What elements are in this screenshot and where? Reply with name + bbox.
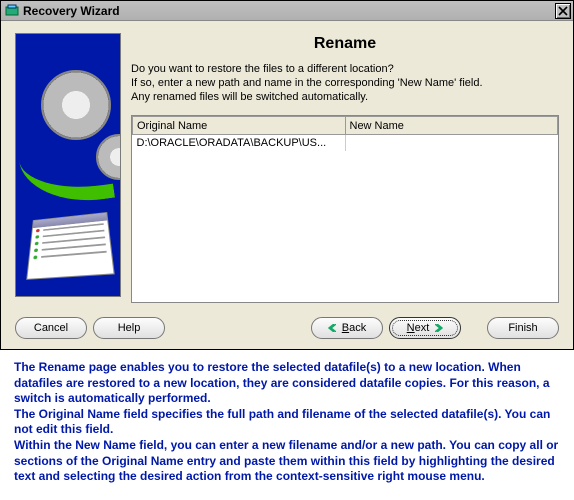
chevron-left-icon (328, 324, 336, 332)
rename-table: Original Name New Name D:\ORACLE\ORADATA… (131, 115, 559, 303)
chevron-right-icon (435, 324, 443, 332)
titlebar: Recovery Wizard (1, 1, 573, 21)
finish-button[interactable]: Finish (487, 317, 559, 339)
cell-original-name: D:\ORACLE\ORADATA\BACKUP\US... (133, 135, 346, 152)
next-label-rest: ext (415, 322, 430, 334)
cell-new-name[interactable] (345, 135, 558, 152)
recovery-wizard-window: Recovery Wizard Rename (0, 0, 574, 350)
cancel-button[interactable]: Cancel (15, 317, 87, 339)
app-icon (5, 4, 19, 18)
column-header-newname[interactable]: New Name (345, 117, 558, 135)
window-title: Recovery Wizard (23, 4, 120, 18)
prompt-line: Any renamed files will be switched autom… (131, 91, 559, 103)
prompt-text: Do you want to restore the files to a di… (131, 63, 559, 105)
table-row[interactable]: D:\ORACLE\ORADATA\BACKUP\US... (133, 135, 558, 152)
close-button[interactable] (555, 3, 571, 19)
caption-paragraph: The Rename page enables you to restore t… (14, 360, 560, 407)
prompt-line: If so, enter a new path and name in the … (131, 77, 559, 89)
prompt-line: Do you want to restore the files to a di… (131, 63, 559, 75)
explanatory-caption: The Rename page enables you to restore t… (0, 350, 574, 499)
button-row: Cancel Help Back Next Finish (15, 317, 559, 339)
wizard-graphic (15, 33, 121, 297)
next-button[interactable]: Next (389, 317, 461, 339)
page-title: Rename (131, 35, 559, 53)
caption-paragraph: Within the New Name field, you can enter… (14, 438, 560, 485)
client-area: Rename Do you want to restore the files … (1, 21, 573, 349)
column-header-original[interactable]: Original Name (133, 117, 346, 135)
back-label-rest: ack (349, 322, 366, 334)
help-button[interactable]: Help (93, 317, 165, 339)
caption-paragraph: The Original Name field specifies the fu… (14, 407, 560, 438)
back-button[interactable]: Back (311, 317, 383, 339)
main-panel: Rename Do you want to restore the files … (131, 33, 559, 303)
